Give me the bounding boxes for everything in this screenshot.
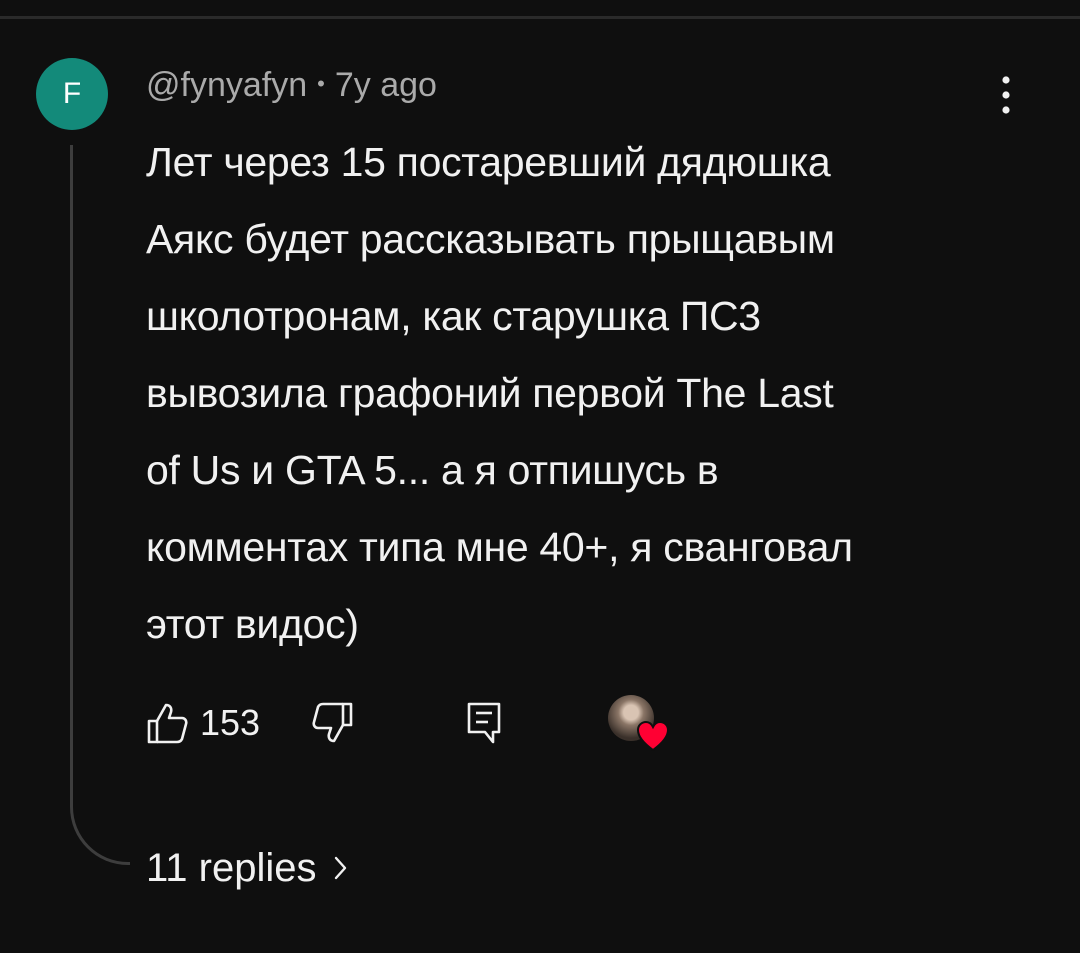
author-avatar[interactable]: F (36, 58, 108, 130)
more-vert-icon (1002, 76, 1010, 114)
comment-time: 7y ago (334, 66, 437, 104)
more-options-button[interactable] (986, 70, 1026, 120)
comment-actions: 153 (0, 696, 1080, 750)
top-divider (0, 16, 1080, 19)
reply-thread-line (70, 145, 130, 865)
heart-icon (636, 720, 670, 752)
dislike-button[interactable] (312, 696, 354, 750)
comment-text: Лет через 15 постаревший дядюшка Аякс бу… (146, 139, 853, 647)
replies-label: 11 replies (146, 845, 317, 890)
thumb-up-icon (147, 703, 188, 744)
like-count: 153 (200, 702, 261, 743)
view-replies-button[interactable]: 11 replies (146, 840, 348, 896)
comment-reply-icon (467, 702, 501, 744)
chevron-right-icon (334, 855, 348, 881)
avatar-letter: F (62, 77, 82, 110)
creator-heart (608, 695, 670, 753)
comment-meta: @fynyafyn • 7y ago (146, 66, 437, 105)
reply-button[interactable] (464, 696, 504, 750)
thumb-down-icon (312, 702, 353, 743)
like-button[interactable]: 153 (146, 696, 260, 750)
meta-separator: • (317, 71, 325, 96)
author-handle[interactable]: @fynyafyn (146, 66, 307, 104)
